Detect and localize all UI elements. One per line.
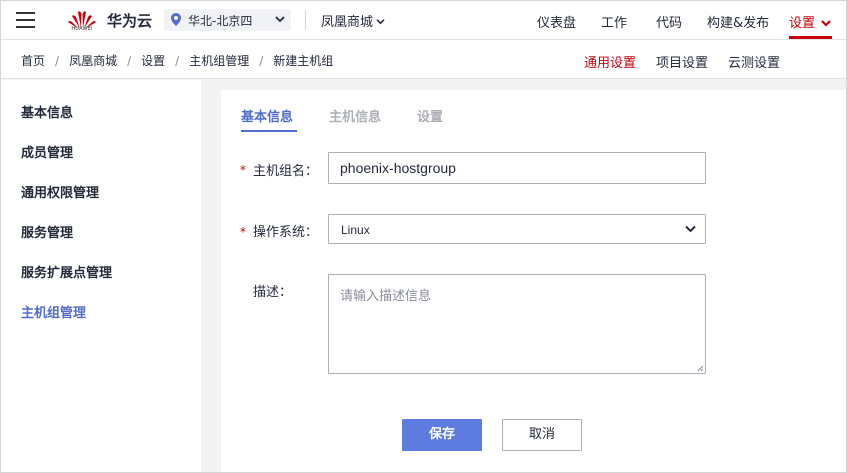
- cancel-button[interactable]: 取消: [502, 419, 582, 451]
- required-mark: *: [240, 225, 246, 239]
- menu-icon[interactable]: [16, 12, 35, 28]
- os-selected-value: Linux: [341, 223, 370, 237]
- nav-build-release[interactable]: 构建&发布: [707, 12, 769, 31]
- save-button[interactable]: 保存: [402, 419, 482, 451]
- main-panel: 基本信息 主机信息 设置 * 主机组名： phoenix-hostgroup *…: [221, 90, 847, 473]
- location-pin-icon: [171, 13, 181, 26]
- sublink-project-settings[interactable]: 项目设置: [656, 52, 708, 71]
- sidebar-item-basic-info[interactable]: 基本信息: [21, 102, 73, 121]
- chevron-down-icon: [685, 225, 696, 233]
- os-select[interactable]: Linux: [328, 214, 706, 244]
- sidebar-item-members[interactable]: 成员管理: [21, 142, 73, 161]
- chevron-down-icon: [821, 20, 831, 27]
- breadcrumb-separator: /: [259, 54, 264, 68]
- nav-settings[interactable]: 设置: [789, 12, 831, 31]
- sidebar-item-permissions[interactable]: 通用权限管理: [21, 182, 99, 201]
- hostgroup-name-input[interactable]: phoenix-hostgroup: [328, 152, 706, 184]
- resize-grip-icon[interactable]: [696, 364, 704, 372]
- required-mark: *: [240, 163, 246, 177]
- tab-host-info[interactable]: 主机信息: [329, 106, 381, 125]
- nav-code[interactable]: 代码: [656, 12, 682, 31]
- breadcrumb-separator: /: [127, 54, 132, 68]
- breadcrumb-project[interactable]: 凤凰商城: [69, 54, 117, 68]
- tab-settings[interactable]: 设置: [417, 106, 443, 125]
- region-selector[interactable]: 华北-北京四: [164, 9, 291, 31]
- breadcrumb-home[interactable]: 首页: [21, 54, 45, 68]
- breadcrumb-current: 新建主机组: [273, 54, 334, 68]
- divider: [305, 10, 306, 30]
- region-label: 华北-北京四: [188, 14, 253, 28]
- nav-work[interactable]: 工作: [601, 12, 627, 31]
- sidebar-item-extension-points[interactable]: 服务扩展点管理: [21, 262, 112, 281]
- active-tab-indicator: [241, 130, 297, 132]
- chevron-down-icon: [275, 16, 285, 23]
- description-label: 描述：: [253, 285, 293, 300]
- sidebar-item-services[interactable]: 服务管理: [21, 222, 73, 241]
- project-label: 凤凰商城: [321, 15, 374, 30]
- hostgroup-name-label: 主机组名：: [253, 164, 319, 179]
- sidebar: 基本信息 成员管理 通用权限管理 服务管理 服务扩展点管理 主机组管理: [0, 80, 201, 473]
- breadcrumb-separator: /: [55, 54, 60, 68]
- os-label: 操作系统：: [253, 225, 319, 240]
- brand-name[interactable]: 华为云: [107, 10, 152, 31]
- nav-dashboard[interactable]: 仪表盘: [537, 12, 576, 31]
- description-textarea[interactable]: 请输入描述信息: [328, 274, 706, 374]
- hostgroup-name-value: phoenix-hostgroup: [340, 160, 456, 176]
- breadcrumb: 首页 / 凤凰商城 / 设置 / 主机组管理 / 新建主机组: [21, 52, 333, 69]
- sidebar-item-hostgroups[interactable]: 主机组管理: [21, 302, 86, 321]
- chevron-down-icon: [376, 19, 385, 25]
- project-selector[interactable]: 凤凰商城: [321, 11, 385, 30]
- tab-basic-info[interactable]: 基本信息: [241, 106, 293, 125]
- logo-text: HUAWEI: [71, 26, 93, 32]
- description-placeholder: 请输入描述信息: [340, 289, 432, 304]
- sublink-general-settings[interactable]: 通用设置: [584, 52, 636, 71]
- breadcrumb-hostgroup[interactable]: 主机组管理: [189, 54, 249, 68]
- active-nav-indicator: [789, 36, 832, 39]
- breadcrumb-bar: 首页 / 凤凰商城 / 设置 / 主机组管理 / 新建主机组 通用设置 项目设置 云测设置: [0, 40, 847, 79]
- sublink-cloudtest-settings[interactable]: 云测设置: [728, 52, 780, 71]
- breadcrumb-separator: /: [175, 54, 180, 68]
- top-navbar: HUAWEI 华为云 华北-北京四 凤凰商城 仪表盘 工作 代码 构建&发布 设…: [0, 0, 847, 40]
- breadcrumb-settings[interactable]: 设置: [141, 54, 165, 68]
- nav-settings-label: 设置: [789, 16, 816, 31]
